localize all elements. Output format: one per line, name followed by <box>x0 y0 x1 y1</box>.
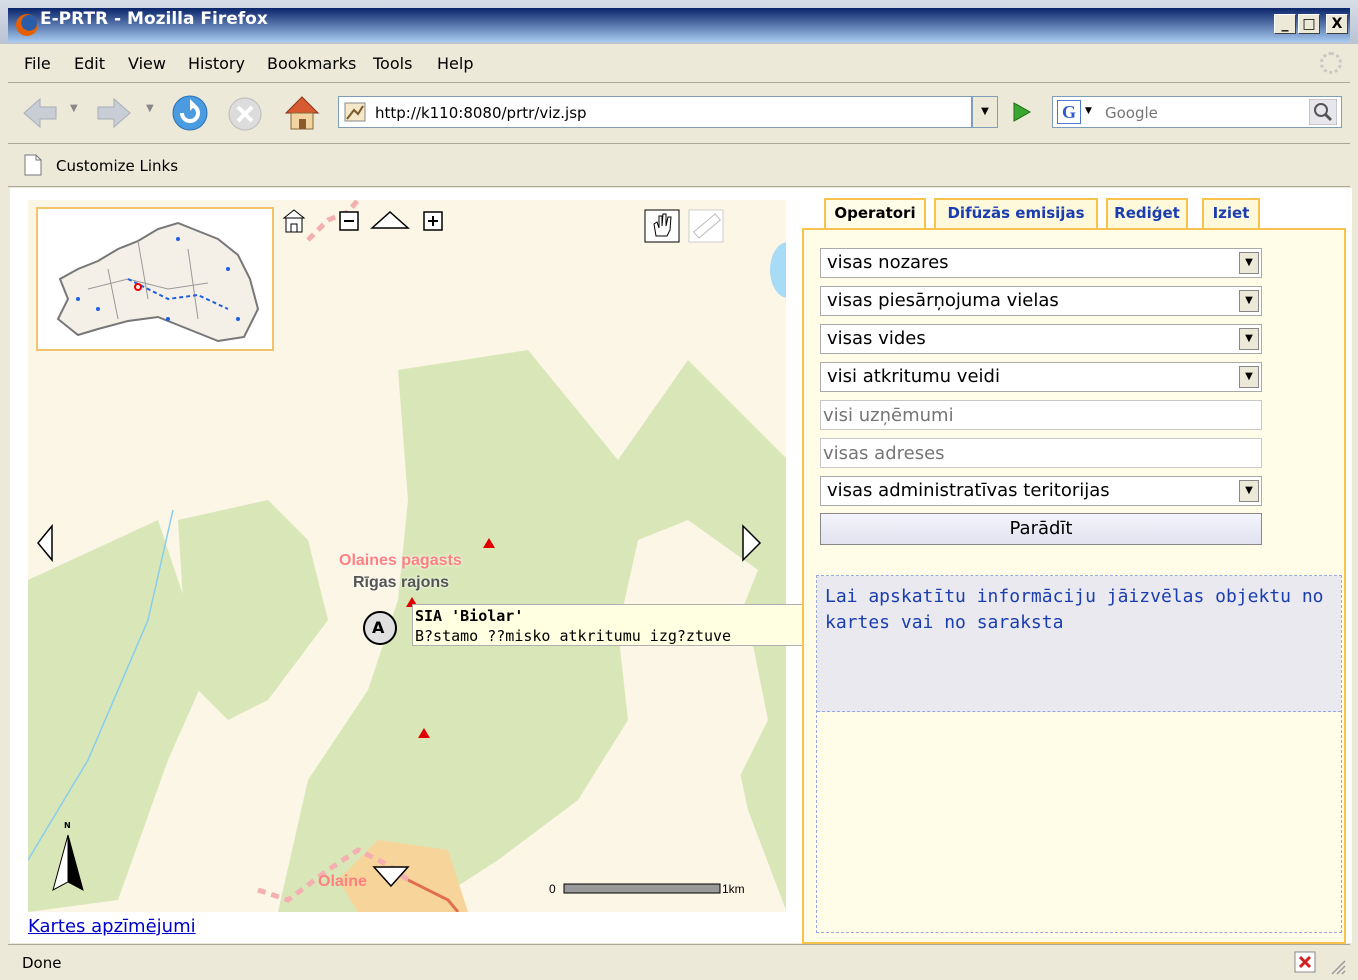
url-history-dropdown[interactable]: ▼ <box>972 96 998 128</box>
pan-hand-tool-icon[interactable] <box>644 209 680 243</box>
pan-left-arrow-icon[interactable] <box>37 523 53 563</box>
marker-a-label: A <box>372 618 385 637</box>
home-icon[interactable] <box>282 93 322 133</box>
tooltip-title: SIA 'Biolar' <box>415 607 524 625</box>
menu-view[interactable]: View <box>128 54 166 73</box>
menu-file[interactable]: File <box>24 54 51 73</box>
page-content: N A 0 1km Olaines pagasts Rīgas rajons O… <box>10 188 1352 944</box>
show-button[interactable]: Parādīt <box>820 513 1262 545</box>
tab-rediget[interactable]: Rediģet <box>1106 198 1188 228</box>
search-icon[interactable] <box>1309 99 1337 125</box>
window-title: E-PRTR - Mozilla Firefox <box>40 9 268 29</box>
waste-type-select[interactable]: visi atkritumu veidi ▼ <box>820 362 1262 392</box>
menu-help[interactable]: Help <box>437 54 473 73</box>
chevron-down-icon[interactable]: ▼ <box>1239 290 1259 312</box>
close-button[interactable]: X <box>1326 14 1348 34</box>
latvia-outline <box>56 221 260 343</box>
stop-icon[interactable] <box>226 95 264 133</box>
back-dropdown-icon[interactable]: ▼ <box>70 103 78 114</box>
forest-area-west <box>28 520 208 912</box>
zoom-in-icon[interactable] <box>423 211 443 231</box>
status-text: Done <box>22 954 62 972</box>
page-icon <box>24 154 42 176</box>
waste-type-select-value: visi atkritumu veidi <box>827 366 1000 387</box>
home-extent-icon[interactable] <box>282 209 306 233</box>
territory-select-value: visas administratīvas teritorijas <box>827 480 1110 501</box>
info-message: Lai apskatītu informāciju jāizvēlas obje… <box>817 576 1341 712</box>
status-bar: Done <box>8 944 1350 980</box>
info-box: Lai apskatītu informāciju jāizvēlas obje… <box>816 575 1342 933</box>
go-arrow-icon[interactable] <box>1008 99 1034 125</box>
chevron-down-icon[interactable]: ▼ <box>1239 252 1259 274</box>
overview-map[interactable] <box>36 207 274 351</box>
tab-operatori[interactable]: Operatori <box>824 198 926 230</box>
menu-history[interactable]: History <box>188 54 245 73</box>
throbber-icon <box>1320 52 1342 74</box>
scale-end-label: 1km <box>722 882 745 896</box>
company-input[interactable] <box>820 400 1262 430</box>
url-bar[interactable] <box>338 96 972 128</box>
forward-dropdown-icon[interactable]: ▼ <box>146 103 154 114</box>
site-favicon-icon <box>344 102 366 122</box>
customize-links-link[interactable]: Customize Links <box>56 157 178 175</box>
map-legend-link[interactable]: Kartes apzīmējumi <box>28 916 196 937</box>
scale-start-label: 0 <box>549 882 556 896</box>
firefox-logo-icon <box>16 14 38 36</box>
map-view[interactable]: N A 0 1km Olaines pagasts Rīgas rajons O… <box>28 200 786 912</box>
menu-tools[interactable]: Tools <box>373 54 412 73</box>
north-label: N <box>64 821 71 830</box>
maximize-button[interactable]: □ <box>1298 14 1320 34</box>
place-label-olaine: Olaine <box>318 873 367 890</box>
tab-iziet[interactable]: Iziet <box>1202 198 1260 228</box>
chevron-down-icon[interactable]: ▼ <box>1239 366 1259 388</box>
back-button-icon[interactable] <box>22 97 58 129</box>
resize-grip-icon[interactable] <box>1328 957 1346 975</box>
google-engine-icon[interactable]: G <box>1057 100 1081 124</box>
chevron-down-icon[interactable]: ▼ <box>1239 328 1259 350</box>
tab-difuzas-emisijas[interactable]: Difūzās emisijas <box>934 198 1098 228</box>
facility-tooltip: SIA 'Biolar' B?stamo ??misko atkritumu i… <box>412 604 834 646</box>
search-bar[interactable]: G ▼ <box>1052 96 1342 128</box>
address-input[interactable] <box>820 438 1262 468</box>
place-label-olaines-pagasts: Olaines pagasts <box>339 552 462 569</box>
lake-shape <box>770 242 786 298</box>
filter-panel: visas nozares ▼ visas piesārņojuma viela… <box>802 228 1346 944</box>
engine-dropdown-icon[interactable]: ▼ <box>1085 106 1092 116</box>
forward-button-icon[interactable] <box>96 97 132 129</box>
title-bar: E-PRTR - Mozilla Firefox _ □ X <box>0 0 1358 44</box>
error-console-icon[interactable] <box>1294 951 1316 973</box>
sector-select[interactable]: visas nozares ▼ <box>820 248 1262 278</box>
territory-select[interactable]: visas administratīvas teritorijas ▼ <box>820 476 1262 506</box>
pan-up-arrow-icon[interactable] <box>370 210 410 229</box>
tooltip-subtitle: B?stamo ??misko atkritumu izg?ztuve <box>415 627 732 645</box>
navigation-toolbar: ▼ ▼ ▼ G ▼ <box>8 83 1350 144</box>
sector-select-value: visas nozares <box>827 252 949 273</box>
pollutant-select[interactable]: visas piesārņojuma vielas ▼ <box>820 286 1262 316</box>
zoom-out-icon[interactable] <box>339 211 359 231</box>
menu-bar: File Edit View History Bookmarks Tools H… <box>8 44 1350 83</box>
medium-select-value: visas vides <box>827 328 926 349</box>
measure-ruler-icon[interactable] <box>688 209 724 243</box>
chevron-down-icon[interactable]: ▼ <box>1239 480 1259 502</box>
reload-icon[interactable] <box>170 93 210 133</box>
search-input[interactable] <box>1103 101 1307 125</box>
medium-select[interactable]: visas vides ▼ <box>820 324 1262 354</box>
scale-bar <box>563 883 721 894</box>
menu-bookmarks[interactable]: Bookmarks <box>267 54 356 73</box>
menu-edit[interactable]: Edit <box>74 54 105 73</box>
pollutant-select-value: visas piesārņojuma vielas <box>827 290 1059 311</box>
bookmarks-toolbar: Customize Links <box>8 144 1350 187</box>
minimize-button[interactable]: _ <box>1274 14 1296 34</box>
forest-area-patch <box>178 500 328 720</box>
place-label-rigas-rajons: Rīgas rajons <box>353 574 450 591</box>
url-input[interactable] <box>373 101 967 125</box>
